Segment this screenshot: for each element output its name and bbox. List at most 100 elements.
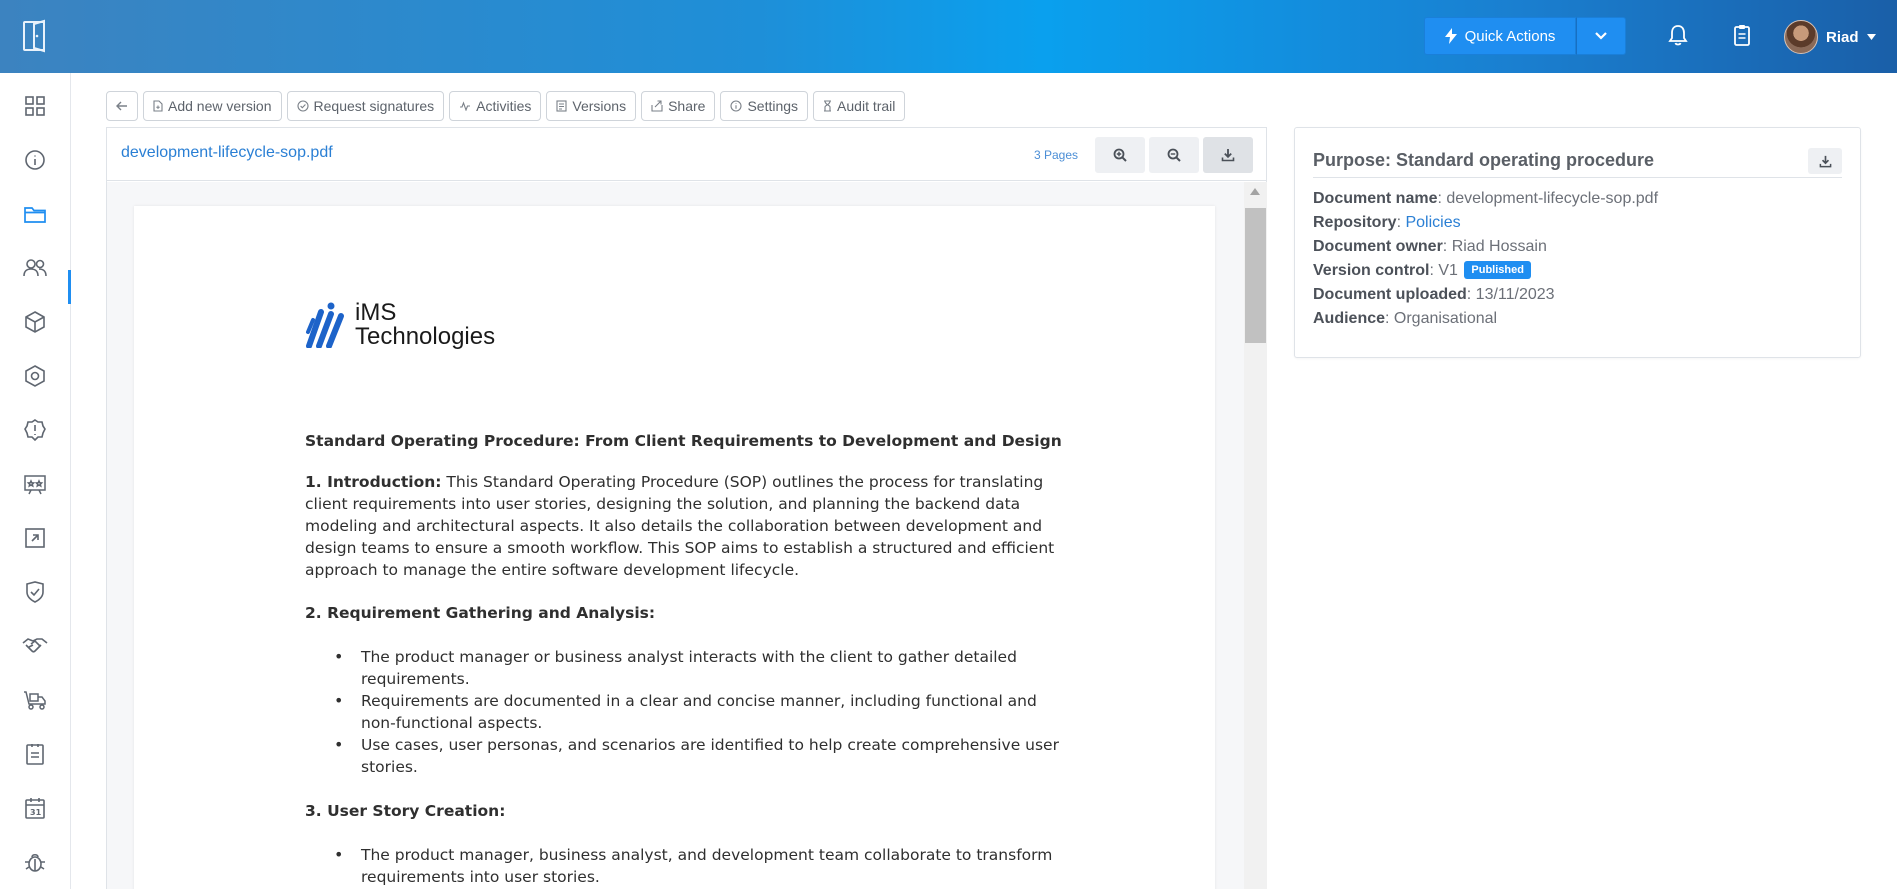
user-menu[interactable]: Riad — [1784, 19, 1876, 55]
document-owner-value: Riad Hossain — [1451, 238, 1547, 255]
list-item: The product manager or business analyst … — [334, 646, 1061, 690]
download-icon — [1221, 149, 1235, 162]
divider — [1313, 177, 1842, 178]
viewer-header: development-lifecycle-sop.pdf 3 Pages — [107, 128, 1266, 181]
app-logo-icon[interactable] — [20, 18, 52, 54]
add-new-version-button[interactable]: Add new version — [143, 91, 282, 121]
info-panel-title: Purpose: Standard operating procedure — [1313, 150, 1655, 170]
quick-actions-button[interactable]: Quick Actions — [1424, 17, 1576, 55]
document-uploaded-value: 13/11/2023 — [1475, 286, 1555, 303]
quick-actions-dropdown-button[interactable] — [1576, 17, 1626, 55]
repository-link[interactable]: Policies — [1405, 214, 1460, 231]
info-circle-icon — [730, 100, 743, 112]
file-plus-icon — [153, 100, 163, 112]
versions-label: Versions — [572, 98, 627, 114]
quick-actions-group: Quick Actions — [1424, 17, 1626, 55]
company-logo-icon — [306, 302, 344, 348]
hexagon-settings-icon[interactable] — [20, 361, 50, 391]
audit-trail-button[interactable]: Audit trail — [813, 91, 906, 121]
pdf-scroll-area[interactable]: iMS Technologies Standard Operating Proc… — [107, 182, 1244, 889]
request-signatures-button[interactable]: Request signatures — [286, 91, 445, 121]
cube-icon[interactable] — [20, 307, 50, 337]
activities-button[interactable]: Activities — [449, 91, 542, 121]
avatar — [1784, 20, 1818, 54]
check-circle-icon — [296, 100, 309, 112]
dashboard-grid-icon[interactable] — [20, 91, 50, 121]
document-uploaded-row: Document uploaded: 13/11/2023 — [1313, 286, 1555, 303]
zoom-in-button[interactable] — [1095, 137, 1145, 173]
company-logo-text: iMS Technologies — [355, 301, 495, 349]
audience-label: Audience — [1313, 310, 1386, 327]
audience-value: Organisational — [1393, 310, 1498, 327]
versions-stack-icon — [556, 100, 567, 112]
settings-button[interactable]: Settings — [720, 91, 809, 121]
document-owner-label: Document owner — [1313, 238, 1443, 255]
caret-down-icon — [1866, 34, 1876, 40]
list-item: Requirements are documented in a clear a… — [334, 690, 1061, 734]
bug-icon[interactable] — [20, 847, 50, 877]
company-logo-line1: iMS — [355, 299, 397, 326]
rating-card-icon[interactable] — [20, 469, 50, 499]
pdf-introduction: 1. Introduction: This Standard Operating… — [305, 471, 1065, 581]
document-toolbar: Add new version Request signatures Activ… — [106, 91, 906, 121]
add-new-version-label: Add new version — [168, 98, 272, 114]
download-icon — [1819, 155, 1831, 167]
share-button[interactable]: Share — [641, 91, 716, 121]
list-item: The product manager, business analyst, a… — [334, 844, 1061, 888]
page-count: 3 Pages — [1034, 148, 1079, 162]
svg-text:31: 31 — [30, 808, 42, 817]
shield-check-icon[interactable] — [20, 577, 50, 607]
document-viewer: development-lifecycle-sop.pdf 3 Pages iM… — [106, 127, 1267, 889]
document-filename[interactable]: development-lifecycle-sop.pdf — [121, 144, 333, 162]
handshake-icon[interactable] — [20, 631, 50, 661]
zoom-out-button[interactable] — [1149, 137, 1199, 173]
arrow-left-icon — [116, 101, 127, 111]
calendar-31-icon[interactable]: 31 — [20, 793, 50, 823]
chevron-down-icon — [1595, 32, 1607, 40]
download-button[interactable] — [1203, 137, 1253, 173]
section-3-list: The product manager, business analyst, a… — [334, 844, 1061, 888]
version-control-row: Version control: V1 Published — [1313, 259, 1658, 283]
info-download-button[interactable] — [1808, 148, 1842, 174]
info-icon[interactable] — [20, 145, 50, 175]
request-signatures-label: Request signatures — [313, 98, 435, 114]
version-value: V1 — [1438, 262, 1458, 279]
share-label: Share — [668, 98, 706, 114]
activity-pulse-icon — [460, 101, 471, 111]
zoom-in-icon — [1113, 148, 1127, 162]
lightning-icon — [1444, 28, 1457, 44]
top-bar: Quick Actions Riad — [0, 0, 1897, 73]
section-2-heading: 2. Requirement Gathering and Analysis: — [305, 604, 656, 622]
vertical-scrollbar[interactable] — [1244, 182, 1267, 889]
document-info-panel: Purpose: Standard operating procedure Do… — [1294, 127, 1861, 358]
quick-actions-label: Quick Actions — [1464, 27, 1556, 45]
sidebar-active-indicator — [68, 270, 71, 304]
intro-heading: 1. Introduction: — [305, 473, 442, 491]
zoom-out-icon — [1167, 148, 1181, 162]
version-control-label: Version control — [1313, 262, 1430, 279]
sidebar: 31 — [0, 73, 71, 889]
repository-row: Repository: Policies — [1313, 214, 1461, 231]
scrollbar-thumb[interactable] — [1245, 208, 1266, 343]
alert-badge-icon[interactable] — [20, 415, 50, 445]
notifications-bell-icon[interactable] — [1664, 20, 1692, 50]
versions-button[interactable]: Versions — [546, 91, 637, 121]
document-name-row: Document name: development-lifecycle-sop… — [1313, 190, 1659, 207]
clipboard-tasks-icon[interactable] — [1728, 20, 1756, 50]
users-icon[interactable] — [20, 253, 50, 283]
audience-row: Audience: Organisational — [1313, 310, 1498, 327]
folder-icon[interactable] — [20, 199, 50, 229]
document-name-label: Document name — [1313, 190, 1438, 207]
clipboard-list-icon[interactable] — [20, 739, 50, 769]
company-logo: iMS Technologies — [305, 301, 495, 349]
section-2-list: The product manager or business analyst … — [334, 646, 1061, 778]
external-link-square-icon[interactable] — [20, 523, 50, 553]
section-3-heading: 3. User Story Creation: — [305, 802, 506, 820]
back-button[interactable] — [106, 91, 138, 121]
audit-trail-label: Audit trail — [837, 98, 896, 114]
info-details: Document name: development-lifecycle-sop… — [1313, 187, 1658, 331]
list-item: Use cases, user personas, and scenarios … — [334, 734, 1061, 778]
delivery-truck-icon[interactable] — [20, 685, 50, 715]
document-name-value: development-lifecycle-sop.pdf — [1446, 190, 1659, 207]
scroll-up-arrow-icon[interactable] — [1250, 188, 1260, 195]
